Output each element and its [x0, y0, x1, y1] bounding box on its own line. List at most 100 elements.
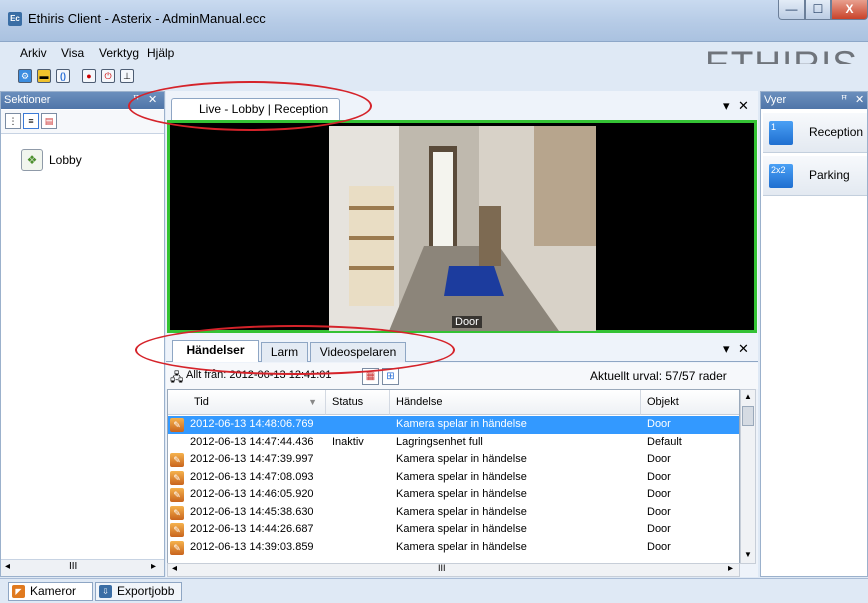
tree-view-icon[interactable]: ⋮ — [5, 113, 21, 129]
view-item-reception[interactable]: 1 Reception — [763, 113, 867, 153]
table-row[interactable]: ✎ 2012-06-13 14:45:38.630 Kamera spelar in… — [168, 504, 739, 522]
table-row[interactable]: ✎ 2012-06-13 14:47:39.997 Kamera spelar in… — [168, 451, 739, 469]
view-item-parking[interactable]: 2x2 Parking — [763, 156, 867, 196]
filter-text: Allt från: 2012-06-13 12:41:01 — [186, 369, 332, 381]
tab-exportjobb[interactable]: ⇩ Exportjobb — [95, 582, 182, 601]
events-menu-icon[interactable]: ▾ — [723, 341, 730, 357]
events-hscroll[interactable]: ◂ III ▸ — [167, 563, 740, 577]
menu-hjalp[interactable]: Hjälp — [147, 46, 174, 60]
event-camera-icon: ✎ — [170, 453, 184, 467]
table-row[interactable]: ✎ 2012-06-13 14:44:26.687 Kamera spelar in… — [168, 521, 739, 539]
section-item-lobby[interactable]: Lobby — [49, 153, 82, 167]
table-row[interactable]: 2012-06-13 14:47:44.436 Inaktiv Lagringsen… — [168, 434, 739, 452]
col-handelse[interactable]: Händelse — [390, 390, 641, 415]
list-view-icon[interactable]: ≡ — [23, 113, 39, 129]
close-panel-icon[interactable]: ✕ — [148, 92, 157, 109]
views-header: Vyer — [761, 92, 867, 109]
save-icon[interactable]: ▬ — [37, 69, 51, 83]
views-close-icon[interactable]: ✕ — [855, 92, 864, 109]
sections-hscroll[interactable]: ◂ III ▸ — [1, 559, 164, 576]
export-events-icon[interactable]: ⊞ — [382, 368, 399, 385]
scroll-right-icon[interactable]: ▸ — [151, 561, 156, 572]
detail-view-icon[interactable]: ▤ — [41, 113, 57, 129]
cell-handelse: Kamera spelar in händelse — [396, 453, 527, 465]
scroll-thumb[interactable]: III — [69, 561, 77, 572]
events-vscroll[interactable]: ▲ ▼ — [740, 389, 756, 564]
cell-handelse: Kamera spelar in händelse — [396, 540, 527, 553]
cell-handelse: Lagringsenhet full — [396, 435, 483, 448]
cell-tid: 2012-06-13 14:46:05.920 — [190, 488, 314, 500]
tab-larm[interactable]: Larm — [261, 342, 308, 362]
tab-live[interactable]: Live - Lobby | Reception — [171, 98, 340, 120]
cell-tid: 2012-06-13 14:48:06.769 — [190, 418, 314, 430]
view-label: Reception — [809, 125, 864, 139]
views-panel: Vyer ꟸ ✕ 1 Reception 2x2 Parking — [760, 91, 868, 577]
hscroll-right-icon[interactable]: ▸ — [728, 563, 733, 574]
event-camera-icon: ✎ — [170, 488, 184, 502]
scroll-up-icon[interactable]: ▲ — [744, 392, 752, 401]
record-icon[interactable]: ● — [82, 69, 96, 83]
menu-visa[interactable]: Visa — [61, 46, 84, 60]
event-camera-icon: ✎ — [170, 418, 184, 432]
power-icon[interactable]: ⏻ — [101, 69, 115, 83]
cell-tid: 2012-06-13 14:47:08.093 — [190, 470, 314, 483]
tab-videospelaren[interactable]: Videospelaren — [310, 342, 406, 362]
cell-objekt: Door — [647, 540, 671, 553]
cell-handelse: Kamera spelar in händelse — [396, 418, 527, 430]
table-row[interactable]: ✎ 2012-06-13 14:46:05.920 Kamera spelar in… — [168, 486, 739, 504]
cell-status: Inaktiv — [332, 435, 364, 448]
cell-tid: 2012-06-13 14:47:39.997 — [190, 453, 314, 465]
pin-icon[interactable]: ꟸ — [133, 92, 139, 109]
col-status[interactable]: Status — [326, 390, 390, 415]
maximize-button[interactable]: ☐ — [805, 0, 831, 20]
hscroll-thumb[interactable]: III — [438, 563, 446, 573]
event-camera-icon: ✎ — [170, 540, 184, 555]
event-camera-icon: ✎ — [170, 523, 184, 537]
cell-tid: 2012-06-13 14:39:03.859 — [190, 540, 314, 553]
col-tid-label: Tid — [194, 396, 209, 408]
table-row[interactable]: ✎ 2012-06-13 14:48:06.769 Kamera spelar in… — [168, 416, 739, 434]
menu-arkiv[interactable]: Arkiv — [20, 46, 47, 60]
tab-kameror-label: Kameror — [30, 584, 77, 598]
cell-handelse: Kamera spelar in händelse — [396, 523, 527, 535]
cell-tid: 2012-06-13 14:47:44.436 — [190, 435, 314, 448]
live-menu-icon[interactable]: ▾ — [723, 98, 730, 114]
close-window-button[interactable]: X — [831, 0, 868, 20]
grid-view-icon: 2x2 — [769, 164, 793, 188]
settings-icon[interactable]: ⚙ — [18, 69, 32, 83]
view-label: Parking — [809, 168, 850, 182]
calendar-icon[interactable]: ▦ — [362, 368, 379, 385]
export-job-icon: ⇩ — [99, 585, 112, 598]
views-pin-icon[interactable]: ꟸ — [841, 92, 847, 109]
table-row[interactable]: ✎ 2012-06-13 14:47:08.093 Kamera spelar in… — [168, 469, 739, 487]
single-view-icon: 1 — [769, 121, 793, 145]
camera-icon: ◤ — [12, 585, 25, 598]
window-title: Ethiris Client - Asterix - AdminManual.e… — [28, 11, 266, 26]
tab-handelser[interactable]: Händelser — [172, 340, 259, 362]
cell-objekt: Door — [647, 470, 671, 483]
scroll-left-icon[interactable]: ◂ — [5, 561, 10, 572]
views-title: Vyer — [764, 94, 787, 106]
minimize-button[interactable]: — — [778, 0, 805, 20]
hscroll-left-icon[interactable]: ◂ — [172, 563, 177, 574]
event-camera-icon: ✎ — [170, 470, 184, 485]
tab-kameror[interactable]: ◤ Kameror — [8, 582, 93, 601]
table-row[interactable]: ✎ 2012-06-13 14:39:03.859 Kamera spelar in… — [168, 539, 739, 557]
refresh-icon[interactable]: () — [56, 69, 70, 83]
events-close-icon[interactable]: ✕ — [738, 341, 749, 357]
cell-objekt: Door — [647, 418, 671, 430]
filter-icon[interactable]: 🖧 — [170, 368, 183, 389]
col-tid[interactable]: Tid ▼ — [168, 390, 326, 415]
view-badge: 1 — [771, 122, 777, 132]
scroll-down-icon[interactable]: ▼ — [744, 550, 752, 559]
live-close-icon[interactable]: ✕ — [738, 98, 749, 114]
cell-tid: 2012-06-13 14:44:26.687 — [190, 523, 314, 535]
app-icon: Ec — [8, 12, 22, 26]
export-icon[interactable]: ⊥ — [120, 69, 134, 83]
cell-objekt: Door — [647, 505, 671, 518]
tab-exportjobb-label: Exportjobb — [117, 584, 175, 598]
vscroll-thumb[interactable] — [742, 406, 754, 426]
menu-verktyg[interactable]: Verktyg — [99, 46, 139, 60]
selection-count: Aktuellt urval: 57/57 rader — [590, 369, 727, 383]
col-objekt[interactable]: Objekt — [641, 390, 739, 415]
